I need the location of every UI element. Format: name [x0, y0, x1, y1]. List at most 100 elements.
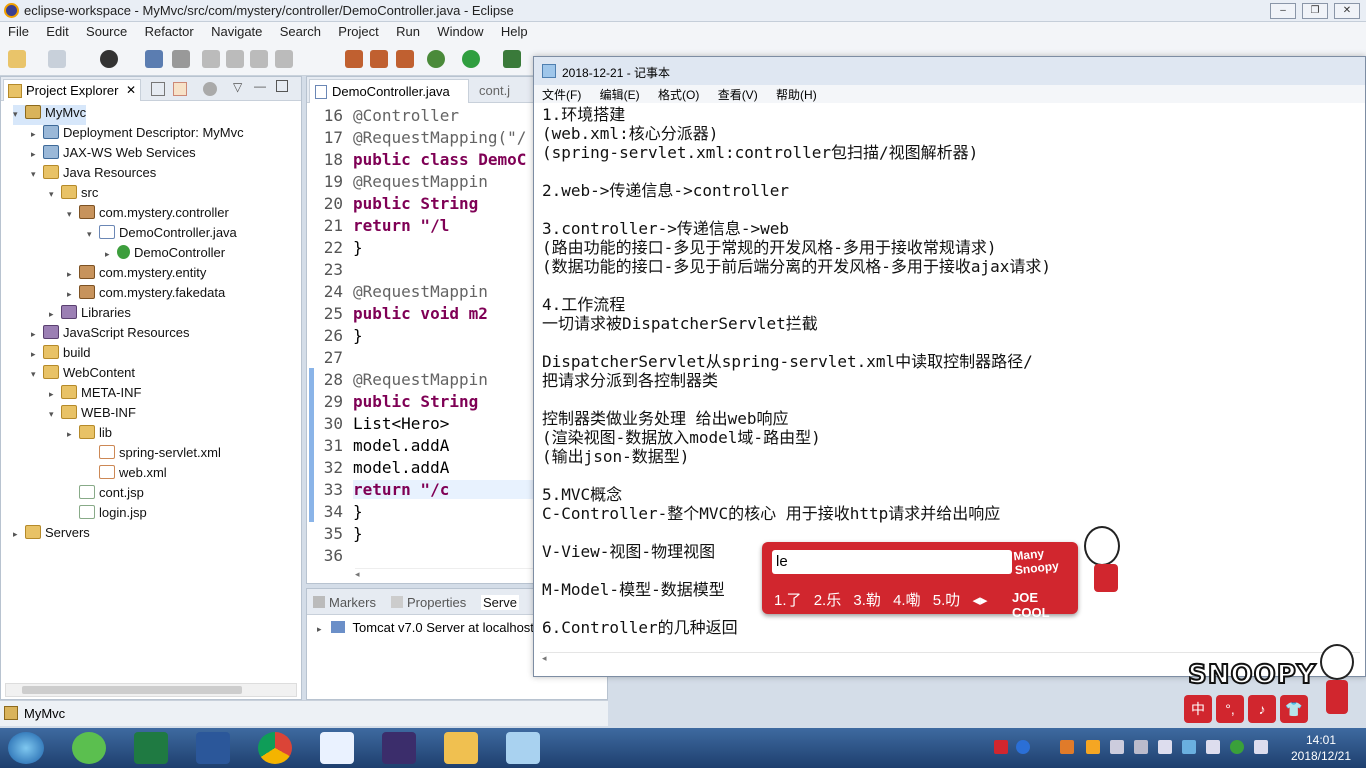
close-button[interactable]: ✕	[1334, 3, 1360, 19]
code-line[interactable]: public String	[353, 392, 478, 411]
collapse-all-icon[interactable]	[151, 82, 165, 96]
close-tab-icon[interactable]: ✕	[126, 83, 136, 97]
system-clock[interactable]: 14:01 2018/12/21	[1286, 732, 1356, 764]
save-icon[interactable]	[48, 50, 66, 68]
eclipse-taskbar-icon[interactable]	[382, 732, 416, 764]
tree-item[interactable]: ▾ com.mystery.controller	[67, 205, 229, 225]
expand-arrow-icon[interactable]: ▸	[49, 389, 61, 400]
expand-arrow-icon[interactable]: ▸	[31, 149, 43, 160]
code-line[interactable]: }	[353, 326, 363, 345]
run-icon[interactable]	[462, 50, 480, 68]
tab-cont-jsp[interactable]: cont.j	[479, 83, 510, 98]
horizontal-scrollbar[interactable]	[5, 683, 297, 697]
ime-candidate-2[interactable]: 2.乐	[814, 592, 842, 609]
tab-democontroller[interactable]: DemoController.java	[309, 79, 469, 103]
expand-arrow-icon[interactable]: ▸	[31, 329, 43, 340]
snoopy-key-punct[interactable]: °,	[1216, 695, 1244, 723]
ie-browser-icon[interactable]	[72, 732, 106, 764]
code-line[interactable]: }	[353, 524, 363, 543]
code-line[interactable]: public class DemoC	[353, 150, 526, 169]
start-button-icon[interactable]	[8, 732, 44, 764]
menu-run[interactable]: Run	[388, 22, 426, 39]
editor-hscrollbar[interactable]: ◂	[355, 568, 533, 582]
skip-breakpoints-icon[interactable]	[172, 50, 190, 68]
ime-candidate-3[interactable]: 3.勒	[853, 592, 881, 609]
tree-item[interactable]: ▸ JAX-WS Web Services	[31, 145, 196, 165]
code-line[interactable]: }	[353, 238, 363, 257]
expand-arrow-icon[interactable]: ▾	[31, 369, 43, 380]
baidu-netdisk-icon[interactable]	[320, 732, 354, 764]
expand-arrow-icon[interactable]: ▸	[67, 289, 79, 300]
notification-icon[interactable]	[1110, 740, 1124, 754]
code-line[interactable]: @RequestMapping("/	[353, 128, 526, 147]
notepad-menu-file[interactable]: 文件(F)	[535, 85, 588, 103]
network-icon[interactable]	[1182, 740, 1196, 754]
notepad-title-bar[interactable]: 2018-12-21 - 记事本	[534, 57, 1365, 85]
snoopy-key-chinese[interactable]: 中	[1184, 695, 1212, 723]
code-line[interactable]: model.addA	[353, 458, 449, 477]
view-menu-icon[interactable]: ▽	[233, 80, 242, 94]
word-icon[interactable]	[196, 732, 230, 764]
tray-app-icon[interactable]	[1060, 740, 1074, 754]
terminate-icon[interactable]	[250, 50, 268, 68]
tree-item[interactable]: ▾ MyMvc	[13, 105, 87, 125]
tree-item[interactable]: ▾ WebContent	[31, 365, 135, 385]
tree-item[interactable]: ▸ build	[31, 345, 90, 365]
expand-arrow-icon[interactable]: ▸	[31, 349, 43, 360]
chrome-icon[interactable]	[258, 732, 292, 764]
expand-arrow-icon[interactable]: ▸	[49, 309, 61, 320]
snoopy-key-skin[interactable]: 👕	[1280, 695, 1308, 723]
expand-arrow-icon[interactable]: ▾	[31, 169, 43, 180]
resume-icon[interactable]	[202, 50, 220, 68]
notepad-menu-view[interactable]: 查看(V)	[711, 85, 765, 103]
suspend-icon[interactable]	[226, 50, 244, 68]
tree-item[interactable]: web.xml	[87, 465, 167, 485]
server-row[interactable]: ▸ Tomcat v7.0 Server at localhost	[317, 620, 534, 635]
tree-item[interactable]: ▾ WEB-INF	[49, 405, 136, 425]
tree-item[interactable]: ▸ Deployment Descriptor: MyMvc	[31, 125, 244, 145]
menu-project[interactable]: Project	[330, 22, 384, 39]
add-icon[interactable]	[1230, 740, 1244, 754]
expand-arrow-icon[interactable]: ▸	[105, 249, 117, 260]
tree-item[interactable]: ▸ Libraries	[49, 305, 131, 325]
maximize-view-icon[interactable]	[276, 80, 288, 92]
menu-window[interactable]: Window	[429, 22, 489, 39]
menu-navigate[interactable]: Navigate	[203, 22, 268, 39]
tree-item[interactable]: ▾ DemoController.java	[87, 225, 237, 245]
code-line[interactable]: List<Hero>	[353, 414, 449, 433]
ime-candidate-1[interactable]: 1.了	[774, 592, 802, 609]
tree-item[interactable]: ▸ com.mystery.entity	[67, 265, 206, 285]
menu-refactor[interactable]: Refactor	[137, 22, 200, 39]
console-icon[interactable]	[145, 50, 163, 68]
menu-help[interactable]: Help	[493, 22, 534, 39]
tree-item[interactable]: ▸ JavaScript Resources	[31, 325, 189, 345]
tree-item[interactable]: cont.jsp	[67, 485, 144, 505]
link-editor-icon[interactable]	[173, 82, 187, 96]
notepad-menu-help[interactable]: 帮助(H)	[769, 85, 824, 103]
debug-as-icon[interactable]	[427, 50, 445, 68]
menu-search[interactable]: Search	[272, 22, 327, 39]
external-tools-icon[interactable]	[503, 50, 521, 68]
security-icon[interactable]	[1134, 740, 1148, 754]
ime-prev-next-icon[interactable]: ◂▸	[972, 592, 987, 609]
maximize-button[interactable]: ❐	[1302, 3, 1328, 19]
expand-arrow-icon[interactable]: ▸	[67, 269, 79, 280]
code-line[interactable]: @RequestMappin	[353, 370, 488, 389]
notepad-taskbar-icon[interactable]	[506, 732, 540, 764]
expand-arrow-icon[interactable]: ▾	[67, 209, 79, 220]
code-line[interactable]: public void m2	[353, 304, 488, 323]
snoopy-key-music[interactable]: ♪	[1248, 695, 1276, 723]
code-line[interactable]: model.addA	[353, 436, 449, 455]
minimize-button[interactable]: –	[1270, 3, 1296, 19]
expand-arrow-icon[interactable]: ▸	[13, 529, 25, 540]
code-line[interactable]: @Controller	[353, 106, 459, 125]
tree-item[interactable]: ▾ src	[49, 185, 98, 205]
ime-candidate-5[interactable]: 5.叻	[933, 592, 961, 609]
code-line[interactable]: @RequestMappin	[353, 282, 488, 301]
tree-item[interactable]: ▾ Java Resources	[31, 165, 156, 185]
expand-arrow-icon[interactable]: ▸	[317, 624, 322, 634]
tree-item[interactable]: ▸ com.mystery.fakedata	[67, 285, 225, 305]
volume-icon[interactable]	[1206, 740, 1220, 754]
step-return-icon[interactable]	[396, 50, 414, 68]
tab-properties[interactable]: Properties	[407, 595, 466, 610]
